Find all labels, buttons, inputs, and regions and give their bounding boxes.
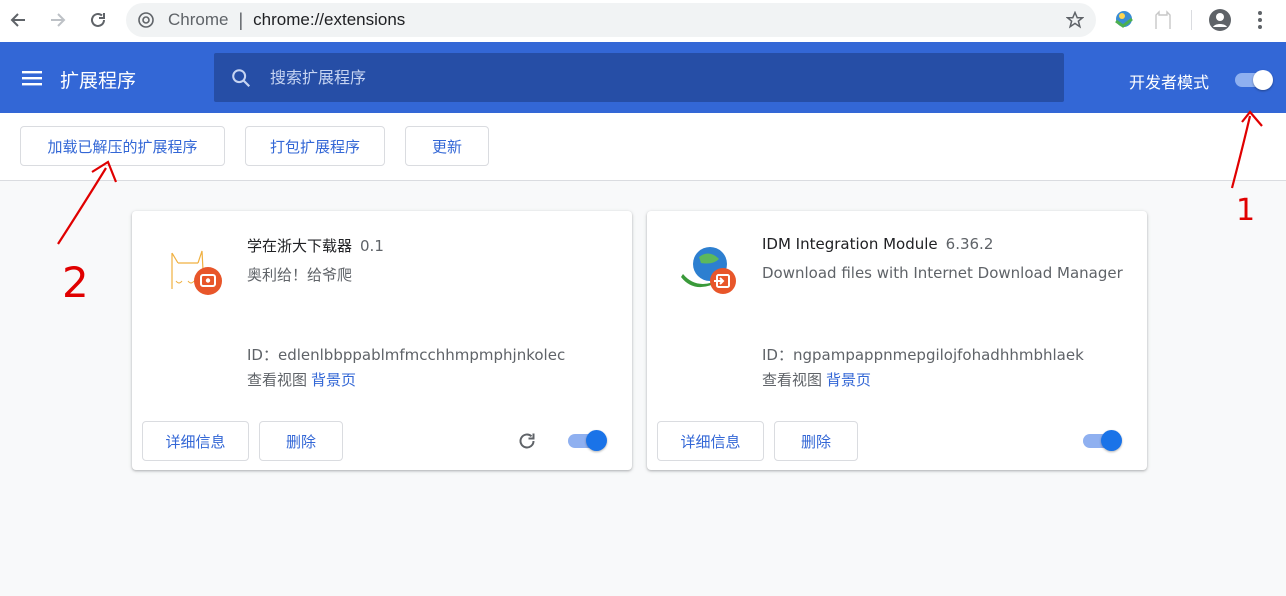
extension-description: Download files with Internet Download Ma… bbox=[762, 264, 1123, 282]
profile-avatar-icon[interactable] bbox=[1207, 7, 1233, 33]
chrome-logo-icon bbox=[138, 12, 154, 28]
developer-mode-toggle[interactable] bbox=[1233, 69, 1273, 90]
browser-toolbar: Chrome | chrome://extensions bbox=[0, 0, 1286, 42]
extension-name-text: IDM Integration Module bbox=[762, 235, 938, 253]
search-icon bbox=[232, 69, 251, 88]
back-arrow-icon bbox=[10, 13, 25, 27]
background-page-link[interactable]: 背景页 bbox=[826, 371, 871, 389]
extension-id: ID：ngpampappnmepgilojfohadhhmbhlaek bbox=[762, 346, 1084, 364]
extension-views: 查看视图 背景页 bbox=[762, 369, 871, 390]
pack-extension-button[interactable]: 打包扩展程序 bbox=[245, 126, 385, 166]
forward-button[interactable] bbox=[44, 6, 72, 34]
extension-version: 6.36.2 bbox=[945, 235, 994, 253]
extension-id: ID：edlenlbbppablmfmcchhmpmphjnkolec bbox=[247, 346, 566, 364]
extension-name-text: 学在浙大下载器 bbox=[247, 237, 353, 255]
remove-button[interactable]: 删除 bbox=[774, 421, 858, 461]
toggle-knob bbox=[1253, 70, 1273, 90]
background-page-link[interactable]: 背景页 bbox=[311, 371, 356, 389]
extension-card: 学在浙大下载器 0.1 奥利给！给爷爬 ID：edlenlbbppablmfmcc… bbox=[132, 211, 632, 470]
extension-name: IDM Integration Module 6.36.2 bbox=[762, 235, 993, 253]
reload-icon bbox=[91, 12, 105, 27]
reload-button[interactable] bbox=[84, 6, 112, 34]
omnibox-separator: | bbox=[238, 9, 244, 30]
load-unpacked-button[interactable]: 加载已解压的扩展程序 bbox=[20, 126, 225, 166]
chrome-menu-icon[interactable] bbox=[1247, 7, 1273, 33]
extension-enable-toggle[interactable] bbox=[1083, 430, 1123, 452]
reload-extension-icon[interactable] bbox=[516, 430, 538, 452]
page-title: 扩展程序 bbox=[60, 70, 137, 92]
omnibox-site-label: Chrome bbox=[168, 10, 229, 29]
extension-enable-toggle[interactable] bbox=[568, 430, 608, 452]
extension-version: 0.1 bbox=[360, 237, 384, 255]
details-button[interactable]: 详细信息 bbox=[657, 421, 764, 461]
back-button[interactable] bbox=[4, 6, 32, 34]
toggle-knob bbox=[586, 430, 607, 451]
idm-icon bbox=[677, 239, 739, 301]
inspect-views-label: 查看视图 bbox=[762, 371, 823, 389]
extension-description: 奥利给！给爷爬 bbox=[247, 266, 353, 284]
idm-extension-icon[interactable] bbox=[1110, 7, 1136, 33]
inspect-views-label: 查看视图 bbox=[247, 371, 308, 389]
extension-views: 查看视图 背景页 bbox=[247, 369, 356, 390]
toolbar-divider bbox=[1191, 10, 1192, 30]
extension-card: IDM Integration Module 6.36.2 Download fi… bbox=[647, 211, 1147, 470]
extension-name: 学在浙大下载器 0.1 bbox=[247, 235, 384, 256]
extensions-header: 扩展程序 开发者模式 bbox=[0, 42, 1286, 113]
omnibox-url: chrome://extensions bbox=[253, 10, 406, 29]
remove-button[interactable]: 删除 bbox=[259, 421, 343, 461]
omnibox[interactable]: Chrome | chrome://extensions bbox=[126, 3, 1096, 37]
developer-actions-bar: 加载已解压的扩展程序 打包扩展程序 更新 bbox=[0, 113, 1286, 181]
search-input[interactable] bbox=[270, 53, 1050, 102]
extension-cat-icon bbox=[162, 239, 224, 301]
toggle-knob bbox=[1101, 430, 1122, 451]
annotation-mark-1: 1 bbox=[1236, 193, 1255, 228]
annotation-mark-2: 2 bbox=[62, 258, 89, 307]
cat-extension-icon[interactable] bbox=[1150, 7, 1176, 33]
hamburger-menu-icon[interactable] bbox=[20, 66, 44, 90]
update-button[interactable]: 更新 bbox=[405, 126, 489, 166]
bookmark-star-icon[interactable] bbox=[1066, 11, 1084, 29]
developer-mode-label: 开发者模式 bbox=[1129, 73, 1210, 92]
forward-arrow-icon bbox=[51, 13, 66, 27]
details-button[interactable]: 详细信息 bbox=[142, 421, 249, 461]
search-box[interactable] bbox=[214, 53, 1064, 102]
